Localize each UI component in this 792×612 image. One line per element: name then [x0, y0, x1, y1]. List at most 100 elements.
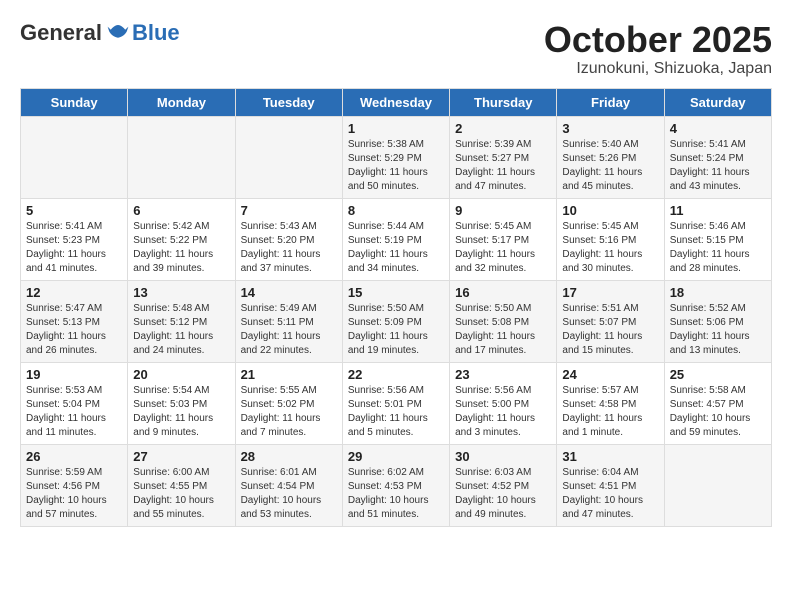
day-number: 8	[348, 203, 444, 218]
calendar-cell-week4-day6: 25Sunrise: 5:58 AMSunset: 4:57 PMDayligh…	[664, 362, 771, 444]
calendar-cell-week2-day0: 5 Sunrise: 5:41 AMSunset: 5:23 PMDaylight…	[21, 198, 128, 280]
cell-content: Sunrise: 5:54 AMSunset: 5:03 PMDaylight:…	[133, 384, 229, 440]
cell-content: Sunrise: 5:39 AMSunset: 5:27 PMDaylight:…	[455, 138, 551, 194]
cell-content: Sunrise: 5:41 AMSunset: 5:23 PMDaylight:…	[26, 220, 122, 276]
calendar-cell-week4-day5: 24Sunrise: 5:57 AMSunset: 4:58 PMDayligh…	[557, 362, 664, 444]
calendar-cell-week2-day5: 10 Sunrise: 5:45 AMSunset: 5:16 PMDayligh…	[557, 198, 664, 280]
logo-bird-icon	[106, 21, 130, 45]
calendar-cell-week3-day6: 18Sunrise: 5:52 AMSunset: 5:06 PMDayligh…	[664, 280, 771, 362]
calendar-cell-week5-day5: 31 Sunrise: 6:04 AMSunset: 4:51 PMDayligh…	[557, 444, 664, 526]
header-sunday: Sunday	[21, 88, 128, 116]
calendar-table: SundayMondayTuesdayWednesdayThursdayFrid…	[20, 88, 772, 527]
calendar-cell-week5-day4: 30 Sunrise: 6:03 AMSunset: 4:52 PMDayligh…	[450, 444, 557, 526]
cell-content: Sunrise: 5:56 AMSunset: 5:00 PMDaylight:…	[455, 384, 551, 440]
day-number: 28	[241, 449, 337, 464]
calendar-cell-week4-day0: 19 Sunrise: 5:53 AMSunset: 5:04 PMDayligh…	[21, 362, 128, 444]
cell-content: Sunrise: 5:45 AMSunset: 5:17 PMDaylight:…	[455, 220, 551, 276]
calendar-cell-week1-day3: 1 Sunrise: 5:38 AMSunset: 5:29 PMDaylight…	[342, 116, 449, 198]
calendar-cell-week1-day5: 3 Sunrise: 5:40 AMSunset: 5:26 PMDaylight…	[557, 116, 664, 198]
cell-content: Sunrise: 5:44 AMSunset: 5:19 PMDaylight:…	[348, 220, 444, 276]
day-number: 9	[455, 203, 551, 218]
cell-content: Sunrise: 5:50 AMSunset: 5:09 PMDaylight:…	[348, 302, 444, 358]
day-number: 1	[348, 121, 444, 136]
calendar-header-row: SundayMondayTuesdayWednesdayThursdayFrid…	[21, 88, 772, 116]
calendar-cell-week5-day6	[664, 444, 771, 526]
day-number: 6	[133, 203, 229, 218]
calendar-cell-week4-day3: 22 Sunrise: 5:56 AMSunset: 5:01 PMDayligh…	[342, 362, 449, 444]
calendar-cell-week2-day6: 11 Sunrise: 5:46 AMSunset: 5:15 PMDayligh…	[664, 198, 771, 280]
calendar-cell-week2-day2: 7 Sunrise: 5:43 AMSunset: 5:20 PMDaylight…	[235, 198, 342, 280]
cell-content: Sunrise: 6:03 AMSunset: 4:52 PMDaylight:…	[455, 466, 551, 522]
calendar-cell-week2-day3: 8 Sunrise: 5:44 AMSunset: 5:19 PMDaylight…	[342, 198, 449, 280]
day-number: 26	[26, 449, 122, 464]
cell-content: Sunrise: 5:41 AMSunset: 5:24 PMDaylight:…	[670, 138, 766, 194]
day-number: 7	[241, 203, 337, 218]
day-number: 24	[562, 367, 658, 382]
day-number: 2	[455, 121, 551, 136]
week-row-1: 1 Sunrise: 5:38 AMSunset: 5:29 PMDaylight…	[21, 116, 772, 198]
header-monday: Monday	[128, 88, 235, 116]
day-number: 31	[562, 449, 658, 464]
calendar-cell-week1-day4: 2 Sunrise: 5:39 AMSunset: 5:27 PMDaylight…	[450, 116, 557, 198]
calendar-cell-week1-day0	[21, 116, 128, 198]
header-thursday: Thursday	[450, 88, 557, 116]
calendar-cell-week1-day1	[128, 116, 235, 198]
cell-content: Sunrise: 5:45 AMSunset: 5:16 PMDaylight:…	[562, 220, 658, 276]
cell-content: Sunrise: 5:49 AMSunset: 5:11 PMDaylight:…	[241, 302, 337, 358]
month-title: October 2025	[544, 20, 772, 60]
calendar-cell-week3-day5: 17Sunrise: 5:51 AMSunset: 5:07 PMDayligh…	[557, 280, 664, 362]
header-wednesday: Wednesday	[342, 88, 449, 116]
cell-content: Sunrise: 5:56 AMSunset: 5:01 PMDaylight:…	[348, 384, 444, 440]
day-number: 12	[26, 285, 122, 300]
cell-content: Sunrise: 5:38 AMSunset: 5:29 PMDaylight:…	[348, 138, 444, 194]
day-number: 5	[26, 203, 122, 218]
cell-content: Sunrise: 6:00 AMSunset: 4:55 PMDaylight:…	[133, 466, 229, 522]
cell-content: Sunrise: 5:47 AMSunset: 5:13 PMDaylight:…	[26, 302, 122, 358]
calendar-cell-week4-day1: 20Sunrise: 5:54 AMSunset: 5:03 PMDayligh…	[128, 362, 235, 444]
cell-content: Sunrise: 5:53 AMSunset: 5:04 PMDaylight:…	[26, 384, 122, 440]
calendar-cell-week1-day2	[235, 116, 342, 198]
day-number: 23	[455, 367, 551, 382]
day-number: 22	[348, 367, 444, 382]
calendar-cell-week3-day1: 13Sunrise: 5:48 AMSunset: 5:12 PMDayligh…	[128, 280, 235, 362]
day-number: 10	[562, 203, 658, 218]
day-number: 30	[455, 449, 551, 464]
logo-blue-text: Blue	[132, 20, 180, 46]
day-number: 3	[562, 121, 658, 136]
day-number: 21	[241, 367, 337, 382]
cell-content: Sunrise: 6:01 AMSunset: 4:54 PMDaylight:…	[241, 466, 337, 522]
calendar-cell-week3-day4: 16Sunrise: 5:50 AMSunset: 5:08 PMDayligh…	[450, 280, 557, 362]
calendar-cell-week4-day2: 21Sunrise: 5:55 AMSunset: 5:02 PMDayligh…	[235, 362, 342, 444]
cell-content: Sunrise: 6:04 AMSunset: 4:51 PMDaylight:…	[562, 466, 658, 522]
calendar-cell-week4-day4: 23 Sunrise: 5:56 AMSunset: 5:00 PMDayligh…	[450, 362, 557, 444]
cell-content: Sunrise: 5:52 AMSunset: 5:06 PMDaylight:…	[670, 302, 766, 358]
day-number: 29	[348, 449, 444, 464]
calendar-cell-week3-day0: 12 Sunrise: 5:47 AMSunset: 5:13 PMDayligh…	[21, 280, 128, 362]
week-row-5: 26Sunrise: 5:59 AMSunset: 4:56 PMDayligh…	[21, 444, 772, 526]
location-subtitle: Izunokuni, Shizuoka, Japan	[544, 60, 772, 78]
header-friday: Friday	[557, 88, 664, 116]
calendar-body: 1 Sunrise: 5:38 AMSunset: 5:29 PMDaylight…	[21, 116, 772, 526]
cell-content: Sunrise: 5:40 AMSunset: 5:26 PMDaylight:…	[562, 138, 658, 194]
week-row-4: 19 Sunrise: 5:53 AMSunset: 5:04 PMDayligh…	[21, 362, 772, 444]
title-block: October 2025 Izunokuni, Shizuoka, Japan	[544, 20, 772, 78]
calendar-cell-week2-day1: 6 Sunrise: 5:42 AMSunset: 5:22 PMDaylight…	[128, 198, 235, 280]
calendar-cell-week5-day1: 27 Sunrise: 6:00 AMSunset: 4:55 PMDayligh…	[128, 444, 235, 526]
calendar-cell-week3-day3: 15 Sunrise: 5:50 AMSunset: 5:09 PMDayligh…	[342, 280, 449, 362]
day-number: 11	[670, 203, 766, 218]
day-number: 27	[133, 449, 229, 464]
calendar-cell-week5-day0: 26Sunrise: 5:59 AMSunset: 4:56 PMDayligh…	[21, 444, 128, 526]
day-number: 15	[348, 285, 444, 300]
cell-content: Sunrise: 5:46 AMSunset: 5:15 PMDaylight:…	[670, 220, 766, 276]
week-row-2: 5 Sunrise: 5:41 AMSunset: 5:23 PMDaylight…	[21, 198, 772, 280]
header-saturday: Saturday	[664, 88, 771, 116]
day-number: 19	[26, 367, 122, 382]
calendar-cell-week3-day2: 14 Sunrise: 5:49 AMSunset: 5:11 PMDayligh…	[235, 280, 342, 362]
header-tuesday: Tuesday	[235, 88, 342, 116]
day-number: 17	[562, 285, 658, 300]
calendar-cell-week1-day6: 4 Sunrise: 5:41 AMSunset: 5:24 PMDaylight…	[664, 116, 771, 198]
cell-content: Sunrise: 5:43 AMSunset: 5:20 PMDaylight:…	[241, 220, 337, 276]
cell-content: Sunrise: 5:42 AMSunset: 5:22 PMDaylight:…	[133, 220, 229, 276]
day-number: 4	[670, 121, 766, 136]
day-number: 14	[241, 285, 337, 300]
